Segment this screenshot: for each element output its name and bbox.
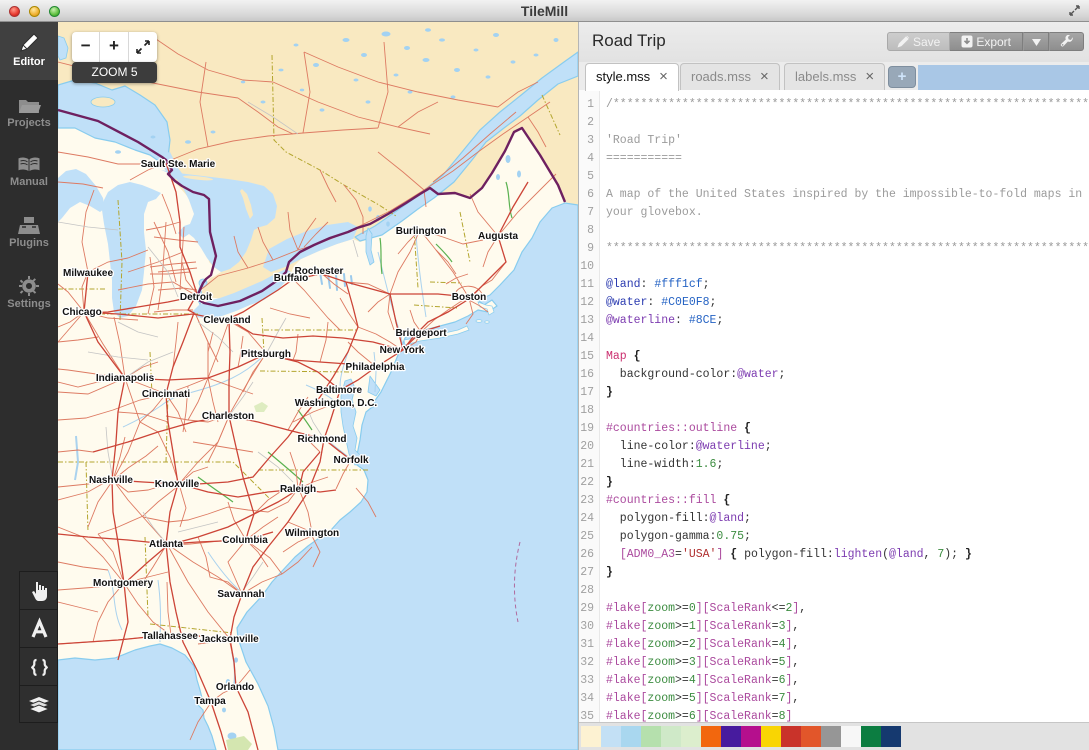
svg-text:Jacksonville: Jacksonville — [199, 634, 259, 645]
svg-text:Savannah: Savannah — [217, 589, 264, 600]
svg-text:Charleston: Charleston — [202, 411, 254, 422]
svg-text:Detroit: Detroit — [180, 292, 213, 303]
svg-text:Augusta: Augusta — [478, 231, 518, 242]
svg-text:Indianapolis: Indianapolis — [96, 373, 155, 384]
svg-text:Pittsburgh: Pittsburgh — [241, 349, 291, 360]
svg-text:Rochester: Rochester — [295, 266, 344, 277]
svg-text:Orlando: Orlando — [216, 682, 254, 693]
svg-text:Columbia: Columbia — [222, 535, 268, 546]
svg-text:New York: New York — [380, 345, 425, 356]
svg-text:Philadelphia: Philadelphia — [346, 362, 405, 373]
svg-text:Sault Ste. Marie: Sault Ste. Marie — [141, 159, 216, 170]
svg-text:Tallahassee: Tallahassee — [142, 631, 198, 642]
svg-text:Knoxville: Knoxville — [155, 479, 200, 490]
svg-text:Norfolk: Norfolk — [334, 455, 369, 466]
svg-text:Chicago: Chicago — [62, 307, 101, 318]
svg-text:Burlington: Burlington — [396, 226, 447, 237]
svg-text:Baltimore: Baltimore — [316, 385, 363, 396]
svg-text:Cleveland: Cleveland — [203, 315, 250, 326]
svg-text:Tampa: Tampa — [194, 696, 226, 707]
svg-text:Bridgeport: Bridgeport — [395, 328, 447, 339]
svg-text:Richmond: Richmond — [298, 434, 347, 445]
svg-text:Raleigh: Raleigh — [280, 484, 316, 495]
svg-text:Nashville: Nashville — [89, 475, 133, 486]
svg-text:Boston: Boston — [452, 292, 486, 303]
svg-text:Milwaukee: Milwaukee — [63, 268, 113, 279]
svg-text:Cincinnati: Cincinnati — [142, 389, 191, 400]
svg-text:Washington, D.C.: Washington, D.C. — [295, 398, 378, 409]
svg-text:Montgomery: Montgomery — [93, 578, 153, 589]
svg-text:Wilmington: Wilmington — [285, 528, 339, 539]
svg-text:Atlanta: Atlanta — [149, 539, 183, 550]
